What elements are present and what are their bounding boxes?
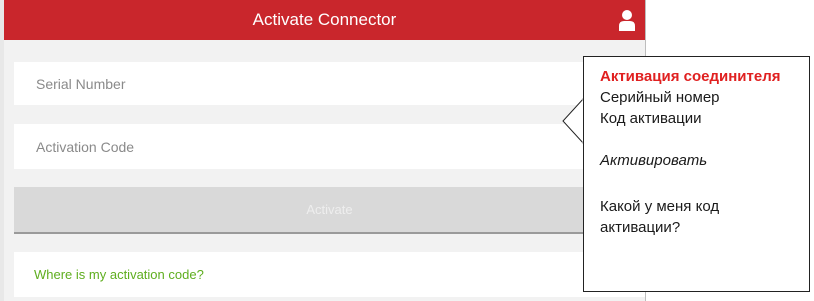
- callout-serial-label: Серийный номер: [600, 89, 720, 106]
- translation-callout: Активация соединителя Серийный номер Код…: [583, 56, 810, 292]
- header-bar: Activate Connector: [4, 0, 645, 40]
- callout-activate-label: Активировать: [600, 152, 708, 169]
- help-link[interactable]: Where is my activation code?: [14, 252, 645, 297]
- callout-pointer: [562, 98, 585, 144]
- page-title: Activate Connector: [252, 10, 397, 29]
- user-icon[interactable]: [619, 9, 635, 31]
- serial-number-input[interactable]: [34, 74, 645, 93]
- activation-code-input[interactable]: [34, 137, 645, 156]
- activate-button[interactable]: Activate: [14, 187, 645, 234]
- callout-question-label: Какой у меня код активации?: [600, 198, 720, 236]
- callout-title: Активация соединителя: [600, 68, 781, 85]
- activate-connector-screen: Activate Connector Activate Where is my …: [0, 0, 646, 301]
- callout-code-label: Код активации: [600, 110, 702, 127]
- activation-code-field-container: [14, 124, 645, 169]
- serial-number-field-container: [14, 62, 645, 105]
